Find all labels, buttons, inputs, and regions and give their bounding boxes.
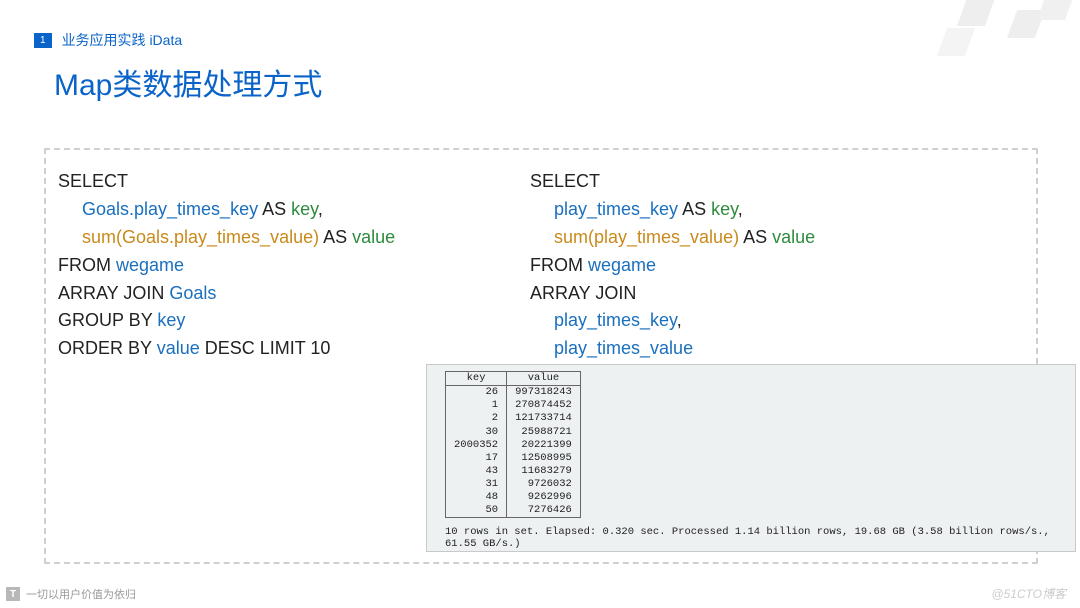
th-value: value xyxy=(507,372,581,386)
table-row: 3025988721 xyxy=(446,426,581,439)
footer-left: T 一切以用户价值为依归 xyxy=(6,586,136,602)
tbl-name: wegame xyxy=(116,255,184,275)
cell-value: 20221399 xyxy=(507,439,581,452)
page-title: Map类数据处理方式 xyxy=(54,60,322,104)
col-expr: Goals.play_times_key xyxy=(82,199,258,219)
breadcrumb: 1 业务应用实践 iData xyxy=(34,30,182,50)
cell-key: 50 xyxy=(446,504,507,518)
gb-col: key xyxy=(157,310,185,330)
agg-expr: sum(play_times_value) xyxy=(554,227,739,247)
tbl-name: wegame xyxy=(588,255,656,275)
table-row: 489262996 xyxy=(446,491,581,504)
agg-expr: sum(Goals.play_times_value) xyxy=(82,227,319,247)
kw-arrayjoin: ARRAY JOIN xyxy=(58,283,169,303)
aj-col2: play_times_value xyxy=(554,338,693,358)
alias-key: key xyxy=(711,199,738,219)
cell-value: 9726032 xyxy=(507,478,581,491)
alias-value: value xyxy=(772,227,815,247)
kw-as: AS xyxy=(319,227,352,247)
table-row: 4311683279 xyxy=(446,465,581,478)
cell-key: 48 xyxy=(446,491,507,504)
col-expr: play_times_key xyxy=(554,199,678,219)
table-row: 200035220221399 xyxy=(446,439,581,452)
kw-select: SELECT xyxy=(58,171,128,191)
code-panel: SELECT Goals.play_times_key AS key, sum(… xyxy=(44,148,1038,564)
cell-key: 31 xyxy=(446,478,507,491)
table-row: 2121733714 xyxy=(446,412,581,425)
alias-key: key xyxy=(291,199,318,219)
cell-value: 25988721 xyxy=(507,426,581,439)
kw-arrayjoin: ARRAY JOIN xyxy=(530,283,636,303)
cell-value: 121733714 xyxy=(507,412,581,425)
aj-target: Goals xyxy=(169,283,216,303)
table-row: 507276426 xyxy=(446,504,581,518)
table-row: 26997318243 xyxy=(446,386,581,400)
breadcrumb-badge: 1 xyxy=(34,33,52,48)
cell-value: 270874452 xyxy=(507,399,581,412)
cell-value: 11683279 xyxy=(507,465,581,478)
alias-value: value xyxy=(352,227,395,247)
kw-limit: DESC LIMIT 10 xyxy=(200,338,331,358)
footer-right: @51CTO博客 xyxy=(991,585,1066,602)
table-row: 319726032 xyxy=(446,478,581,491)
table-row: 1712508995 xyxy=(446,452,581,465)
kw-from: FROM xyxy=(58,255,116,275)
comma: , xyxy=(677,310,682,330)
comma: , xyxy=(318,199,323,219)
cell-key: 26 xyxy=(446,386,507,400)
kw-as: AS xyxy=(739,227,772,247)
kw-from: FROM xyxy=(530,255,588,275)
th-key: key xyxy=(446,372,507,386)
result-status: 10 rows in set. Elapsed: 0.320 sec. Proc… xyxy=(445,526,1065,550)
cell-key: 2 xyxy=(446,412,507,425)
footer-text: 一切以用户价值为依归 xyxy=(26,586,136,602)
result-table: key value 269973182431270874452212173371… xyxy=(445,371,581,518)
kw-as: AS xyxy=(678,199,711,219)
cell-value: 7276426 xyxy=(507,504,581,518)
cell-key: 1 xyxy=(446,399,507,412)
cell-key: 2000352 xyxy=(446,439,507,452)
query-result: key value 269973182431270874452212173371… xyxy=(426,364,1076,552)
cell-key: 30 xyxy=(446,426,507,439)
cell-key: 43 xyxy=(446,465,507,478)
breadcrumb-text: 业务应用实践 iData xyxy=(62,30,183,50)
kw-select: SELECT xyxy=(530,171,600,191)
aj-col1: play_times_key xyxy=(554,310,677,330)
cell-value: 9262996 xyxy=(507,491,581,504)
cell-value: 12508995 xyxy=(507,452,581,465)
ob-col: value xyxy=(157,338,200,358)
cell-key: 17 xyxy=(446,452,507,465)
kw-orderby: ORDER BY xyxy=(58,338,157,358)
kw-groupby: GROUP BY xyxy=(58,310,157,330)
comma: , xyxy=(738,199,743,219)
table-row: 1270874452 xyxy=(446,399,581,412)
cell-value: 997318243 xyxy=(507,386,581,400)
decorative-shapes xyxy=(880,0,1080,100)
footer-icon: T xyxy=(6,587,20,601)
kw-as: AS xyxy=(258,199,291,219)
